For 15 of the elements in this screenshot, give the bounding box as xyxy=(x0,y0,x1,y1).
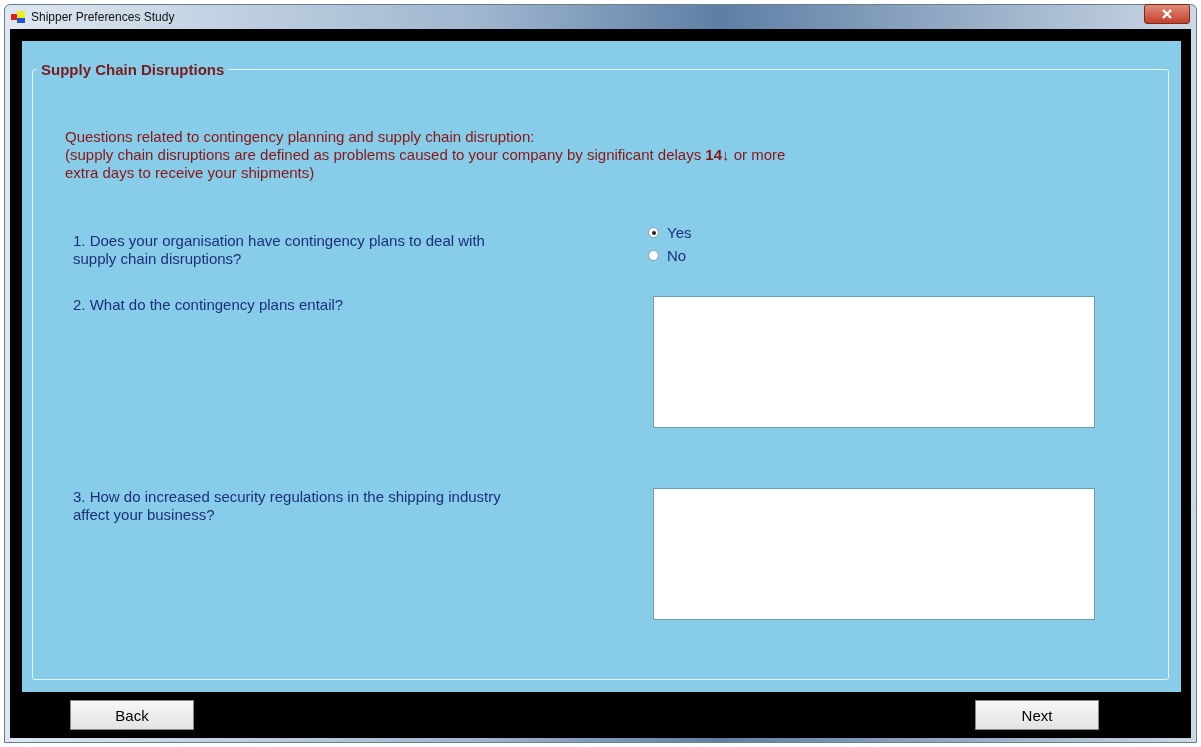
nav-button[interactable]: Next xyxy=(975,700,1099,730)
section-title: Supply Chain Disruptions xyxy=(40,61,226,78)
app-icon xyxy=(11,11,25,23)
radio-option[interactable]: Yes xyxy=(648,224,692,241)
radio-icon[interactable] xyxy=(648,250,659,261)
radio-option[interactable]: No xyxy=(648,247,692,264)
close-icon xyxy=(1162,9,1172,19)
close-button[interactable] xyxy=(1144,4,1190,24)
question-text: 1. Does your organisation have contingency plans to deal with supply chain disruptions? xyxy=(73,232,486,268)
question-text: 2. What do the contingency plans entail? xyxy=(73,296,345,314)
radio-icon[interactable] xyxy=(648,227,659,238)
window-title: Shipper Preferences Study xyxy=(31,10,176,24)
nav-button[interactable]: Back xyxy=(70,700,194,730)
intro-text: Questions related to contingency planning and supply chain disruption: (supply chain disruptions are defined as problems caused to your company by significant delays 14↓ or more extra days to receive your shipments) xyxy=(65,128,787,182)
question-text: 3. How do increased security regulations in the shipping industry affect your business? xyxy=(73,488,502,524)
